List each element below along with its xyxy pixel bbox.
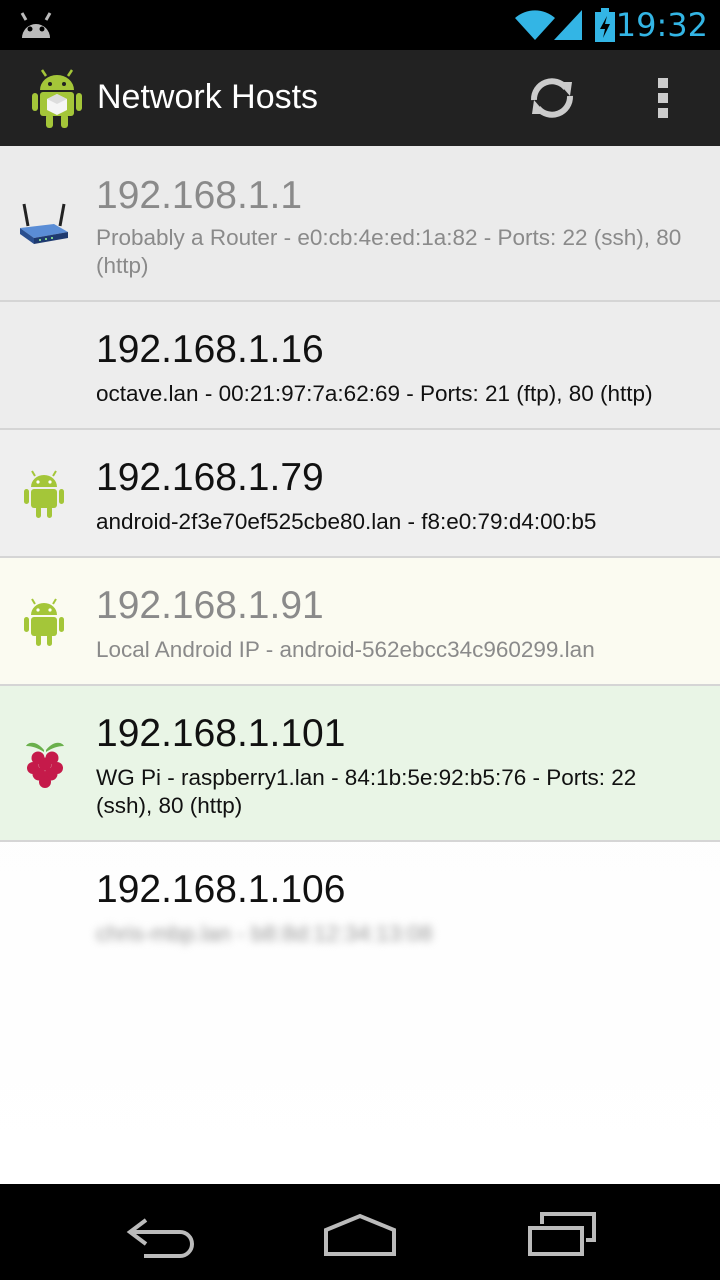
- action-bar: Network Hosts: [0, 50, 720, 146]
- host-description: octave.lan - 00:21:97:7a:62:69 - Ports: …: [96, 381, 653, 406]
- host-description: Probably a Router - e0:cb:4e:ed:1a:82 - …: [96, 225, 682, 278]
- android-notification-icon: [20, 12, 52, 38]
- host-row[interactable]: 192.168.1.91 Local Android IP - android-…: [0, 558, 720, 686]
- android-icon: [24, 598, 64, 646]
- host-ip: 192.168.1.16: [96, 328, 324, 371]
- navigation-bar: [0, 1184, 720, 1280]
- android-icon: [24, 470, 64, 518]
- router-icon: [20, 203, 68, 244]
- host-ip: 192.168.1.1: [96, 174, 303, 217]
- host-description: Local Android IP - android-562ebcc34c960…: [96, 637, 595, 662]
- host-row[interactable]: 192.168.1.101 WG Pi - raspberry1.lan - 8…: [0, 686, 720, 842]
- host-ip: 192.168.1.91: [96, 584, 324, 627]
- status-bar: 19:32: [0, 0, 720, 50]
- host-row[interactable]: 192.168.1.16 octave.lan - 00:21:97:7a:62…: [0, 302, 720, 430]
- host-description: chris-mbp.lan - b8:8d:12:34:13:08: [96, 921, 433, 946]
- host-description: WG Pi - raspberry1.lan - 84:1b:5e:92:b5:…: [96, 765, 637, 818]
- host-row[interactable]: 192.168.1.79 android-2f3e70ef525cbe80.la…: [0, 430, 720, 558]
- refresh-icon[interactable]: [524, 70, 580, 126]
- wifi-icon: [515, 10, 555, 40]
- battery-charging-icon: [595, 8, 615, 42]
- host-ip: 192.168.1.79: [96, 456, 324, 499]
- host-ip: 192.168.1.106: [96, 868, 346, 911]
- host-ip: 192.168.1.101: [96, 712, 346, 755]
- host-list: 192.168.1.1 Probably a Router - e0:cb:4e…: [0, 146, 720, 1184]
- home-icon[interactable]: [322, 1206, 398, 1258]
- host-row[interactable]: 192.168.1.106 chris-mbp.lan - b8:8d:12:3…: [0, 842, 720, 970]
- recent-apps-icon[interactable]: [526, 1206, 598, 1258]
- host-description: android-2f3e70ef525cbe80.lan - f8:e0:79:…: [96, 509, 597, 534]
- back-icon[interactable]: [124, 1206, 196, 1258]
- clock: 19:32: [615, 6, 708, 44]
- page-title: Network Hosts: [97, 78, 319, 116]
- app-icon: [32, 69, 82, 128]
- host-row[interactable]: 192.168.1.1 Probably a Router - e0:cb:4e…: [0, 146, 720, 302]
- raspberry-pi-icon: [26, 742, 64, 788]
- signal-icon: [554, 10, 582, 40]
- overflow-menu-icon[interactable]: [648, 70, 678, 126]
